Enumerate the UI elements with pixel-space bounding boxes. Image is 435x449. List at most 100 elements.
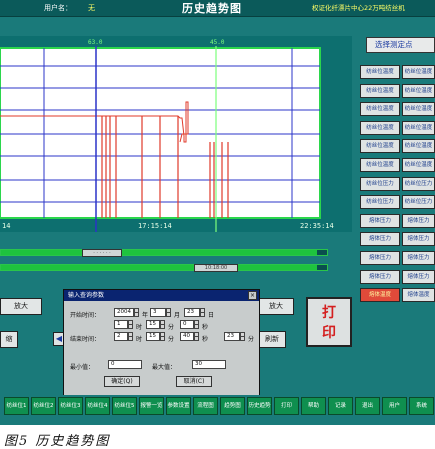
trend-chart[interactable]: 63.0 45.0 14 17:15:14 22:35:14 — [0, 36, 352, 232]
point-button[interactable]: 纺丝位温度 — [360, 102, 400, 117]
lower-scrollbar-thumb[interactable]: 10:18:00 — [194, 264, 238, 272]
time-label-end: 22:35:14 — [300, 222, 334, 230]
hour-unit: 时 — [136, 324, 143, 331]
point-button[interactable]: 熔体温度 — [402, 288, 435, 303]
point-button[interactable]: 纺丝位温度 — [360, 120, 400, 135]
lower-scrollbar-track[interactable] — [0, 264, 328, 271]
figure-caption: 图5 历史趋势图 — [4, 434, 111, 449]
point-button[interactable]: 纺丝位温度 — [402, 139, 435, 154]
scada-screen: 用户名： 无 历史趋势图 权证化纤漂片中心22万吨纺丝机 63.0 45.0 1… — [0, 0, 435, 425]
dialog-title: 输入查询参数 × — [64, 290, 259, 301]
year-unit: 年 — [142, 312, 149, 319]
toolbar-button[interactable]: 用户 — [382, 397, 407, 415]
extra-spinner[interactable] — [240, 332, 245, 341]
start-month-spinner[interactable] — [166, 308, 171, 317]
start-hour-spinner[interactable] — [128, 320, 133, 329]
end-minute-spinner[interactable] — [160, 332, 165, 341]
end-second-spinner[interactable] — [194, 332, 199, 341]
zoom-out-button[interactable]: 缩 — [0, 331, 18, 348]
user-name-value: 无 — [88, 4, 95, 12]
start-minute-spinner[interactable] — [160, 320, 165, 329]
point-button[interactable]: 纺丝位压力 — [402, 195, 435, 210]
point-button[interactable]: 熔体温度 — [360, 288, 400, 303]
start-year-spinner[interactable] — [134, 308, 139, 317]
point-button[interactable]: 熔体压力 — [402, 251, 435, 265]
end-minute-field[interactable]: 15 — [146, 332, 160, 341]
time-label-start: 14 — [2, 222, 10, 230]
point-button[interactable]: 纺丝位温度 — [360, 139, 400, 154]
start-hour-field[interactable]: 1 — [114, 320, 128, 329]
toolbar-button[interactable]: 历史趋势 — [247, 397, 272, 415]
end-second-field[interactable]: 40 — [180, 332, 194, 341]
max-value-label: 最大值： — [152, 364, 177, 371]
zoom-in-button[interactable]: 放大 — [0, 298, 42, 315]
point-button[interactable]: 纺丝位温度 — [402, 102, 435, 117]
toolbar-button[interactable]: 记录 — [328, 397, 353, 415]
toolbar-button[interactable]: 参数设置 — [166, 397, 191, 415]
refresh-button[interactable]: 刷新 — [258, 331, 286, 348]
start-second-spinner[interactable] — [194, 320, 199, 329]
point-button[interactable]: 熔体压力 — [360, 269, 400, 284]
start-second-field[interactable]: 0 — [180, 320, 194, 329]
max-value-field[interactable]: 30 — [192, 360, 226, 369]
minute-unit: 分 — [168, 324, 175, 331]
end-second-unit: 秒 — [202, 336, 209, 343]
toolbar-button[interactable]: 趋势图 — [220, 397, 245, 415]
toolbar-button[interactable]: 纺丝位3 — [58, 397, 83, 415]
point-button[interactable]: 纺丝位温度 — [402, 65, 435, 79]
toolbar-button[interactable]: 纺丝位4 — [85, 397, 110, 415]
toolbar-button[interactable]: 纺丝位2 — [31, 397, 56, 415]
point-button[interactable]: 纺丝位压力 — [360, 195, 400, 210]
end-hour-unit: 时 — [136, 336, 143, 343]
point-button[interactable]: 纺丝位温度 — [360, 158, 400, 172]
point-button[interactable]: 纺丝位压力 — [402, 176, 435, 191]
point-button[interactable]: 纺丝位温度 — [402, 158, 435, 172]
title-bar: 用户名： 无 历史趋势图 权证化纤漂片中心22万吨纺丝机 — [0, 0, 435, 17]
point-button[interactable]: 纺丝位温度 — [360, 65, 400, 79]
point-button[interactable]: 熔体压力 — [360, 251, 400, 265]
start-month-field[interactable]: 3 — [150, 308, 166, 317]
point-button[interactable]: 熔体压力 — [402, 269, 435, 284]
point-button[interactable]: 熔体压力 — [402, 213, 435, 228]
page-title: 历史趋势图 — [182, 2, 242, 15]
min-value-label: 最小值： — [70, 364, 95, 371]
trend-chart-area[interactable]: 63.0 45.0 14 17:15:14 22:35:14 — [0, 36, 352, 232]
toolbar-button[interactable]: 流程图 — [193, 397, 218, 415]
extra-field[interactable]: 23 — [224, 332, 240, 341]
toolbar-button[interactable]: 打印 — [274, 397, 299, 415]
point-button[interactable]: 熔体压力 — [360, 232, 400, 247]
print-button[interactable]: 打 印 — [306, 297, 352, 347]
point-button[interactable]: 纺丝位温度 — [360, 83, 400, 98]
point-list-header: 选择测定点 — [366, 37, 435, 53]
day-unit: 日 — [208, 312, 215, 319]
month-unit: 月 — [174, 312, 181, 319]
point-button[interactable]: 纺丝位压力 — [360, 176, 400, 191]
upper-scrollbar-track[interactable] — [0, 249, 328, 256]
upper-scrollbar-thumb[interactable]: · · · · · · — [82, 249, 122, 257]
print-label-line2: 印 — [322, 325, 336, 341]
end-hour-field[interactable]: 2 — [114, 332, 128, 341]
toolbar-button[interactable]: 系统 — [409, 397, 434, 415]
toolbar-button[interactable]: 退出 — [355, 397, 380, 415]
start-minute-field[interactable]: 15 — [146, 320, 160, 329]
zoom-button[interactable]: 放大 — [258, 298, 294, 315]
start-day-field[interactable]: 23 — [184, 308, 200, 317]
toolbar-button[interactable]: 帮助 — [301, 397, 326, 415]
toolbar-button[interactable]: 报警一览 — [139, 397, 164, 415]
point-button[interactable]: 纺丝位温度 — [402, 120, 435, 135]
toolbar-button[interactable]: 纺丝位1 — [4, 397, 29, 415]
start-year-field[interactable]: 2004 — [114, 308, 134, 317]
point-button[interactable]: 熔体压力 — [360, 213, 400, 228]
ok-button[interactable]: 确定(Q) — [104, 376, 140, 387]
toolbar-button[interactable]: 纺丝位5 — [112, 397, 137, 415]
end-time-label: 结束时间： — [70, 336, 101, 343]
point-button[interactable]: 熔体压力 — [402, 232, 435, 247]
close-icon[interactable]: × — [248, 291, 257, 300]
min-value-field[interactable]: 0 — [108, 360, 142, 369]
cursor-label-b: 45.0 — [210, 39, 225, 46]
end-hour-spinner[interactable] — [128, 332, 133, 341]
point-button[interactable]: 纺丝位温度 — [402, 83, 435, 98]
dialog-title-text: 输入查询参数 — [68, 292, 105, 299]
cancel-button[interactable]: 取消(C) — [176, 376, 212, 387]
start-day-spinner[interactable] — [200, 308, 205, 317]
